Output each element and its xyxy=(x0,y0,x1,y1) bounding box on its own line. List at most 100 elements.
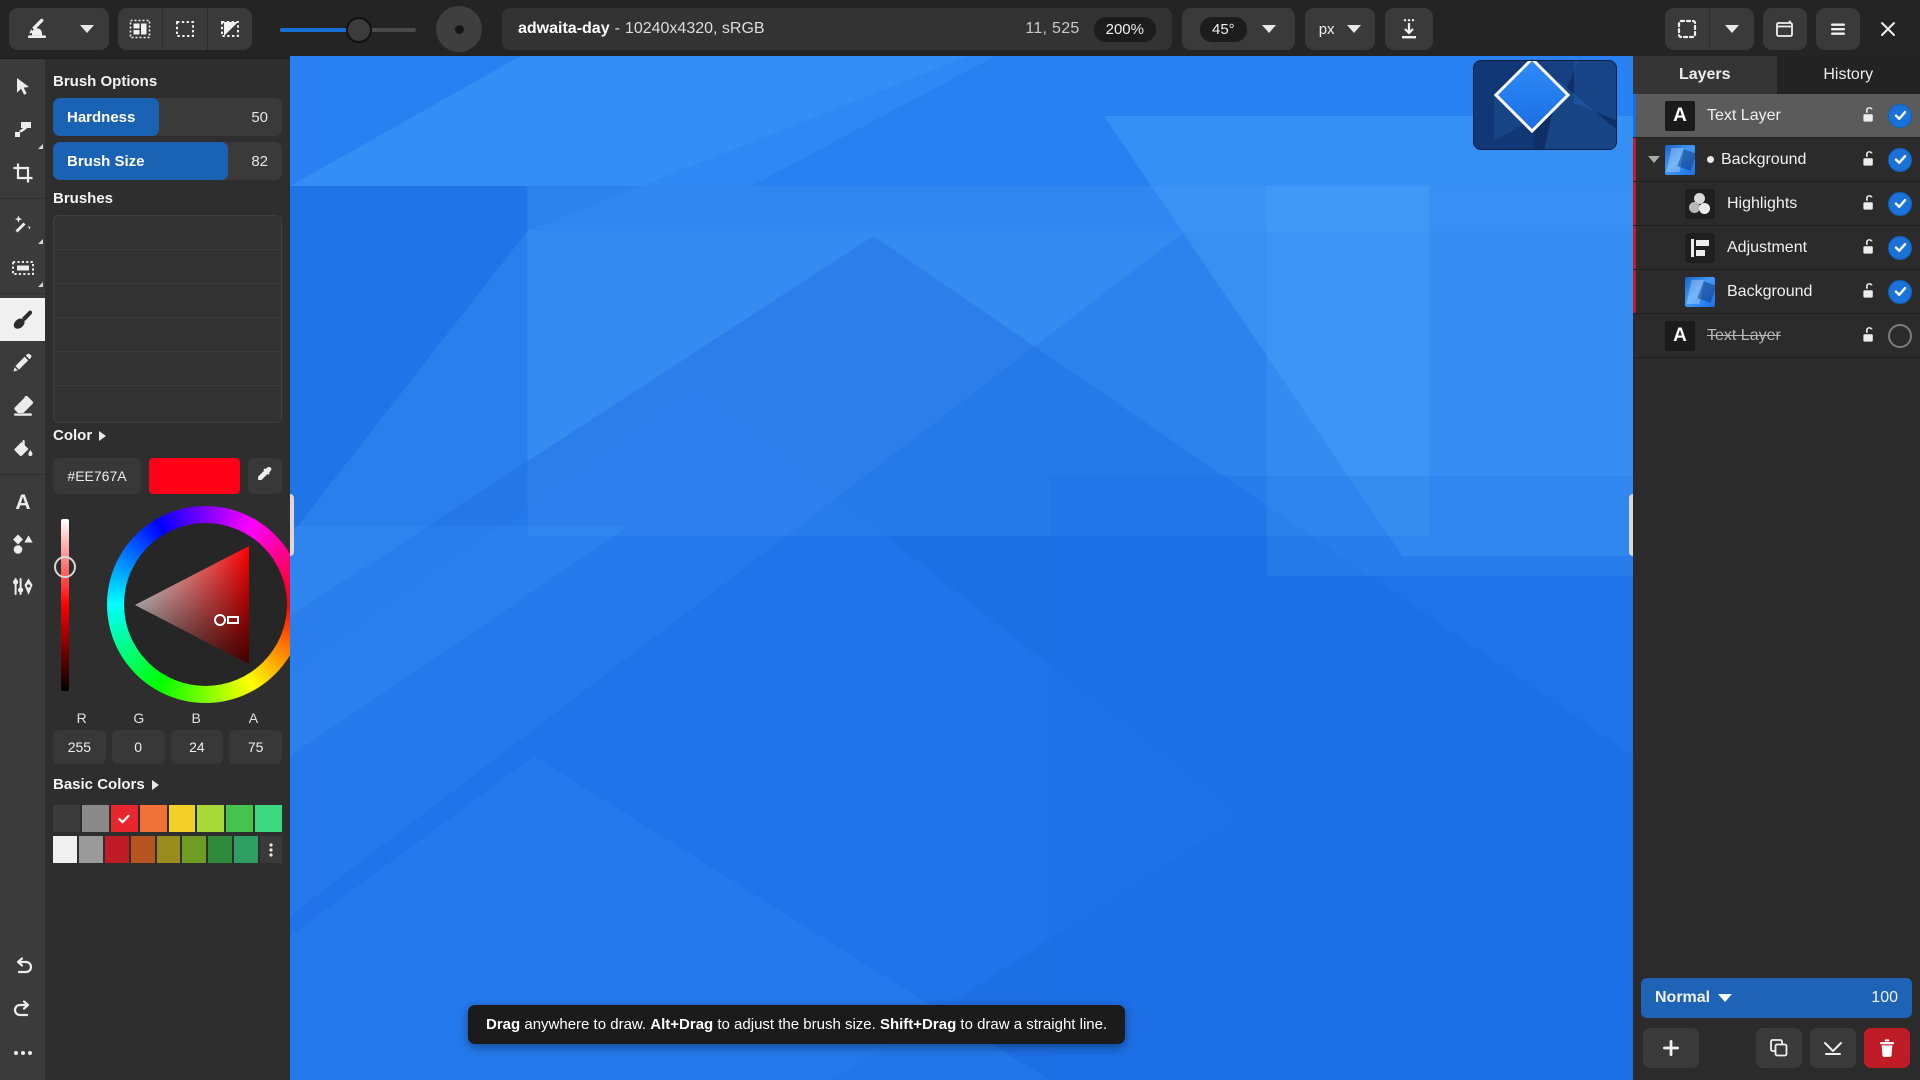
navigator-minimap[interactable] xyxy=(1473,60,1617,150)
diagonal-view-icon[interactable] xyxy=(208,8,252,50)
layer-expand-chevron-down-icon[interactable] xyxy=(1643,156,1665,163)
tool-transform[interactable] xyxy=(0,108,45,151)
channel-input-g[interactable]: 0 xyxy=(111,730,165,764)
layer-row[interactable]: A Text Layer xyxy=(1633,314,1920,358)
color-wheel-widget[interactable] xyxy=(53,504,290,704)
basic-color-swatch[interactable] xyxy=(255,805,282,832)
layer-row[interactable]: Adjustment xyxy=(1633,226,1920,270)
value-slider-knob[interactable] xyxy=(54,556,76,578)
layer-visibility-toggle[interactable] xyxy=(1888,147,1912,172)
basic-color-swatch[interactable] xyxy=(208,836,233,863)
undo-button[interactable] xyxy=(0,945,45,988)
close-window-icon[interactable] xyxy=(1866,8,1910,50)
basic-color-swatch[interactable] xyxy=(53,805,80,832)
tool-options-chevron-down-icon[interactable] xyxy=(65,8,109,50)
hamburger-menu-icon[interactable] xyxy=(1816,8,1860,50)
basic-colors-header[interactable]: Basic Colors xyxy=(45,764,290,801)
basic-color-swatch[interactable] xyxy=(226,805,254,832)
layer-visibility-toggle[interactable] xyxy=(1888,323,1912,348)
eyedropper-icon[interactable] xyxy=(248,458,282,494)
tool-crop[interactable] xyxy=(0,151,45,194)
artwork-image[interactable] xyxy=(290,56,1633,1080)
hex-input[interactable]: #EE767A xyxy=(53,458,141,494)
basic-color-swatch[interactable] xyxy=(130,836,155,863)
tool-select-arrow[interactable] xyxy=(0,65,45,108)
color-wheel-marker[interactable] xyxy=(214,614,226,626)
basic-color-swatch[interactable] xyxy=(234,836,258,863)
tool-path-pen[interactable] xyxy=(0,565,45,608)
rotation-chevron-down-icon[interactable] xyxy=(1246,8,1291,50)
duplicate-layer-button[interactable] xyxy=(1756,1028,1802,1068)
channel-input-b[interactable]: 24 xyxy=(170,730,224,764)
vertical-ellipsis-icon[interactable] xyxy=(260,836,282,863)
tool-magic-wand[interactable] xyxy=(0,203,45,246)
tool-eraser[interactable] xyxy=(0,384,45,427)
tool-brush[interactable] xyxy=(0,298,45,341)
layer-lock-icon[interactable] xyxy=(1856,238,1882,257)
hardness-slider[interactable]: Hardness 50 xyxy=(53,98,282,136)
brush-stamp-icon[interactable] xyxy=(9,8,65,50)
brush-preset-row[interactable] xyxy=(54,250,281,284)
export-download-icon[interactable] xyxy=(1384,8,1433,50)
tool-shapes[interactable] xyxy=(0,522,45,565)
rotation-value[interactable]: 45° xyxy=(1200,16,1247,42)
merge-layer-button[interactable] xyxy=(1810,1028,1856,1068)
more-tools-button[interactable] xyxy=(0,1031,45,1074)
tool-marquee-select[interactable] xyxy=(0,246,45,289)
delete-layer-button[interactable] xyxy=(1864,1028,1910,1068)
layer-row[interactable]: Background xyxy=(1633,270,1920,314)
add-layer-button[interactable] xyxy=(1643,1028,1699,1068)
layer-lock-icon[interactable] xyxy=(1856,282,1882,301)
layer-visibility-toggle[interactable] xyxy=(1888,279,1912,304)
brush-preset-row[interactable] xyxy=(54,352,281,386)
channel-input-a[interactable]: 75 xyxy=(229,730,282,764)
basic-color-swatch[interactable] xyxy=(197,805,225,832)
brush-preview-circle[interactable] xyxy=(436,6,482,52)
split-view-icon[interactable] xyxy=(118,8,162,50)
tool-pencil[interactable] xyxy=(0,341,45,384)
basic-color-swatch[interactable] xyxy=(139,805,167,832)
single-view-icon[interactable] xyxy=(163,8,207,50)
unit-selector[interactable]: px xyxy=(1304,8,1375,50)
slider-knob[interactable] xyxy=(346,17,372,43)
saturation-value-triangle[interactable] xyxy=(131,544,253,666)
tab-layers[interactable]: Layers xyxy=(1633,56,1777,94)
hue-ring-marker[interactable] xyxy=(227,616,239,624)
layer-row[interactable]: Background xyxy=(1633,138,1920,182)
layer-row[interactable]: Highlights xyxy=(1633,182,1920,226)
basic-color-swatch[interactable] xyxy=(53,836,77,863)
value-slider[interactable] xyxy=(61,519,69,691)
basic-color-swatch[interactable] xyxy=(156,836,181,863)
brush-preset-list[interactable] xyxy=(53,215,282,423)
basic-color-swatch[interactable] xyxy=(182,836,207,863)
basic-color-swatch[interactable] xyxy=(110,805,138,832)
channel-input-r[interactable]: 255 xyxy=(53,730,106,764)
layer-visibility-toggle[interactable] xyxy=(1888,191,1912,216)
color-section-header[interactable]: Color xyxy=(45,423,290,452)
canvas-left-resize-grip[interactable] xyxy=(290,494,294,556)
selection-chevron-down-icon[interactable] xyxy=(1710,8,1754,50)
selection-mode-icon[interactable] xyxy=(1665,8,1709,50)
basic-color-swatch[interactable] xyxy=(104,836,129,863)
window-snapshot-icon[interactable] xyxy=(1763,8,1807,50)
brush-preset-row[interactable] xyxy=(54,318,281,352)
brush-preset-row[interactable] xyxy=(54,216,281,250)
brush-preset-row[interactable] xyxy=(54,284,281,318)
basic-color-swatch[interactable] xyxy=(81,805,109,832)
brush-size-slider[interactable] xyxy=(280,8,416,50)
layer-lock-icon[interactable] xyxy=(1856,194,1882,213)
zoom-level[interactable]: 200% xyxy=(1093,16,1156,42)
blend-mode-row[interactable]: Normal 100 xyxy=(1641,978,1912,1018)
redo-button[interactable] xyxy=(0,988,45,1031)
canvas-area[interactable]: Drag anywhere to draw. Alt+Drag to adjus… xyxy=(290,56,1633,1080)
brush-preset-row[interactable] xyxy=(54,386,281,420)
current-color-swatch[interactable] xyxy=(149,458,240,494)
layer-lock-icon[interactable] xyxy=(1856,106,1882,125)
layer-row[interactable]: A Text Layer xyxy=(1633,94,1920,138)
tool-text[interactable]: A xyxy=(0,479,45,522)
layer-visibility-toggle[interactable] xyxy=(1888,103,1912,128)
tab-history[interactable]: History xyxy=(1776,56,1920,94)
tool-paint-bucket[interactable] xyxy=(0,427,45,470)
basic-color-swatch[interactable] xyxy=(78,836,103,863)
layer-lock-icon[interactable] xyxy=(1856,326,1882,345)
